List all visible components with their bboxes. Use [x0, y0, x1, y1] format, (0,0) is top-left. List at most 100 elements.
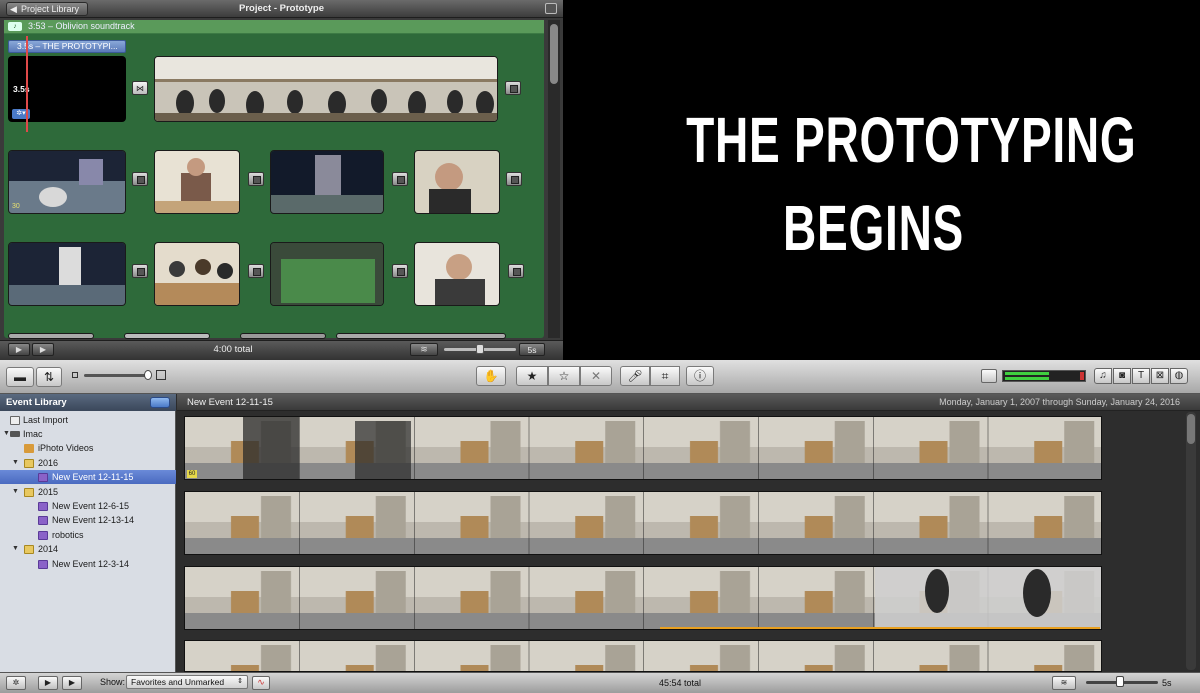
- event-library-label: 2016: [38, 458, 59, 468]
- event-library-item-selected[interactable]: New Event 12-11-15: [0, 470, 176, 484]
- music-browser-button[interactable]: ♫: [1094, 368, 1112, 384]
- project-clip[interactable]: [270, 242, 384, 306]
- event-library-item[interactable]: New Event 12-13-14: [0, 513, 176, 527]
- event-library-label: 2014: [38, 544, 59, 554]
- audio-toggle-icon[interactable]: [981, 369, 997, 383]
- transition-icon[interactable]: [248, 264, 264, 278]
- transition-icon[interactable]: [508, 264, 524, 278]
- project-clip[interactable]: [414, 242, 500, 306]
- audio-peak-indicator: [1080, 372, 1084, 380]
- background-music-bar[interactable]: ♪ 3:53 – Oblivion soundtrack: [4, 20, 544, 34]
- mark-favorite-button[interactable]: ★: [516, 366, 548, 386]
- event-library-item[interactable]: robotics: [0, 528, 176, 542]
- transition-icon[interactable]: [248, 172, 264, 186]
- viewer-size-slider[interactable]: [84, 374, 150, 377]
- playhead[interactable]: [26, 36, 28, 132]
- filmstrip[interactable]: [184, 640, 1102, 672]
- clip-badge: 30: [12, 203, 20, 210]
- project-clip[interactable]: [270, 150, 384, 214]
- event-browser-scrollbar[interactable]: [1186, 412, 1196, 670]
- transition-icon[interactable]: [506, 172, 522, 186]
- viewer: [563, 0, 1200, 360]
- event-zoom-label: 5s: [1162, 678, 1172, 688]
- project-clip[interactable]: [8, 333, 94, 339]
- viewer-size-knob[interactable]: [144, 370, 152, 380]
- transition-icon[interactable]: [505, 81, 521, 95]
- event-zoom-knob[interactable]: [1116, 676, 1124, 687]
- maps-browser-button[interactable]: ◍: [1170, 368, 1188, 384]
- filmstrip-frames: [185, 641, 1101, 671]
- project-scroll-thumb[interactable]: [550, 24, 558, 84]
- project-clip[interactable]: [154, 150, 240, 214]
- transitions-browser-button[interactable]: ⊠: [1151, 368, 1169, 384]
- transition-icon[interactable]: [132, 172, 148, 186]
- disclosure-triangle-icon[interactable]: ▼: [12, 485, 19, 499]
- event-library-item[interactable]: Last Import: [0, 413, 176, 427]
- project-total: 4:00 total: [213, 344, 253, 355]
- event-library-item[interactable]: New Event 12-6-15: [0, 499, 176, 513]
- event-library-title: Event Library: [6, 397, 67, 408]
- globe-icon: ◍: [1174, 370, 1184, 381]
- project-clip[interactable]: [8, 150, 126, 214]
- large-frame-icon: [156, 370, 166, 380]
- computer-icon: [10, 431, 20, 437]
- music-icon: ♪: [8, 22, 22, 31]
- swap-panes-button[interactable]: ⇅: [36, 367, 62, 387]
- project-clip[interactable]: [8, 242, 126, 306]
- event-browser-scroll-thumb[interactable]: [1187, 414, 1195, 444]
- transition-icon[interactable]: [392, 172, 408, 186]
- hand-icon: ✋: [483, 369, 499, 383]
- x-icon: ✕: [590, 369, 602, 383]
- event-library-item[interactable]: ▼ Imac: [0, 427, 176, 441]
- waveform-toggle-button[interactable]: ≋: [1052, 676, 1076, 690]
- disclosure-triangle-icon[interactable]: ▼: [12, 456, 19, 470]
- event-library-item[interactable]: ▼ 2014: [0, 542, 176, 556]
- filmstrip[interactable]: [184, 566, 1102, 630]
- event-library-item[interactable]: iPhoto Videos: [0, 441, 176, 455]
- filmstrip[interactable]: [184, 416, 1102, 480]
- event-total: 45:54 total: [658, 678, 702, 688]
- transition-icon[interactable]: [392, 264, 408, 278]
- project-clip[interactable]: [154, 56, 498, 122]
- inspector-button[interactable]: ⓘ: [686, 366, 714, 386]
- project-zoom-knob[interactable]: [476, 344, 484, 354]
- disclosure-triangle-icon[interactable]: ▼: [12, 542, 19, 556]
- event-library-label: New Event 12-11-15: [52, 472, 134, 482]
- student-closeup-thumbnail: [415, 151, 499, 213]
- transition-icon: ⊠: [1155, 370, 1165, 381]
- used-clip-indicator: [660, 627, 1100, 629]
- viewer-title-line1: THE PROTOTYPING: [686, 104, 1137, 176]
- event-icon: [38, 560, 48, 569]
- titles-browser-button[interactable]: T: [1132, 368, 1150, 384]
- student-closeup-thumbnail: [415, 243, 499, 305]
- waveform-icon[interactable]: ≋: [410, 343, 438, 356]
- event-library-toggle-button[interactable]: [150, 397, 170, 408]
- camera-import-button[interactable]: ▬: [6, 367, 34, 387]
- green-field-thumbnail: [271, 243, 383, 305]
- photo-browser-button[interactable]: ◙: [1113, 368, 1131, 384]
- transition-icon[interactable]: [132, 264, 148, 278]
- voiceover-button[interactable]: 🎤︎: [620, 366, 650, 386]
- disclosure-triangle-icon[interactable]: ▼: [3, 427, 10, 441]
- project-clip[interactable]: [240, 333, 326, 339]
- transition-icon[interactable]: ⋈: [132, 81, 148, 95]
- filmstrip[interactable]: [184, 491, 1102, 555]
- project-clip[interactable]: [124, 333, 210, 339]
- event-library-item[interactable]: New Event 12-3-14: [0, 557, 176, 571]
- unmark-button[interactable]: ☆: [548, 366, 580, 386]
- robot-tower-thumbnail: [9, 243, 125, 305]
- waveform-icon: ≋: [1060, 678, 1068, 687]
- project-clip[interactable]: [154, 242, 240, 306]
- last-import-icon: [10, 416, 20, 425]
- crop-button[interactable]: ⌗: [650, 366, 680, 386]
- project-clip[interactable]: [336, 333, 506, 339]
- filmstrip-frames: [185, 417, 1101, 479]
- reject-button[interactable]: ✕: [580, 366, 612, 386]
- select-tool-button[interactable]: ✋: [476, 366, 506, 386]
- folder-icon: [24, 459, 34, 468]
- fullscreen-icon[interactable]: [545, 3, 557, 14]
- event-library-item[interactable]: ▼ 2016: [0, 456, 176, 470]
- project-clip[interactable]: [414, 150, 500, 214]
- student-thumbnail: [155, 151, 239, 213]
- event-library-item[interactable]: ▼ 2015: [0, 485, 176, 499]
